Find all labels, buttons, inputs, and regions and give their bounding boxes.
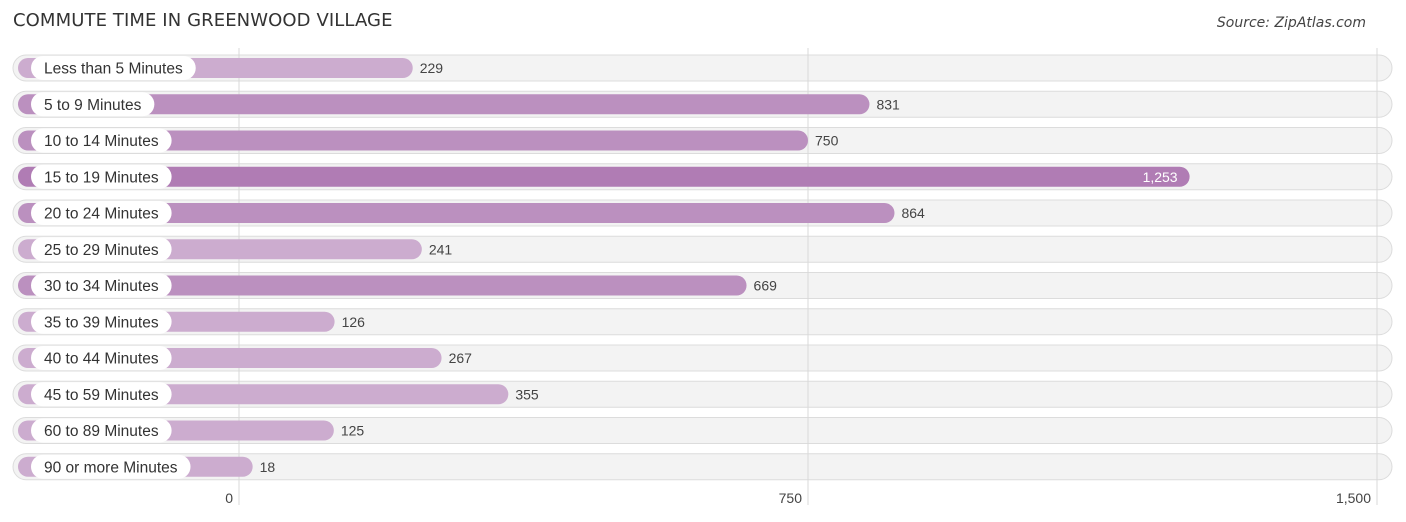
category-label: 5 to 9 Minutes [44,97,142,114]
value-label: 18 [260,459,276,475]
value-label: 669 [754,278,778,294]
category-label: 25 to 29 Minutes [44,242,159,259]
bar-group: 25 to 29 Minutes 241 [18,237,453,262]
category-label: 10 to 14 Minutes [44,133,159,150]
bar-group: 60 to 89 Minutes 125 [18,418,365,443]
bar [18,166,1190,187]
category-label: 90 or more Minutes [44,459,178,476]
bar-group: 90 or more Minutes 18 [18,454,276,479]
value-label: 1,253 [1143,169,1178,185]
category-label: 45 to 59 Minutes [44,387,159,404]
category-label: 35 to 39 Minutes [44,314,159,331]
bar-group: 15 to 19 Minutes 1,253 [18,164,1190,189]
bar-group: Less than 5 Minutes 229 [18,56,443,80]
value-label: 267 [449,350,473,366]
bar-group: 40 to 44 Minutes 267 [18,346,472,370]
value-label: 831 [876,96,900,112]
bar-group: 10 to 14 Minutes 750 [18,128,839,153]
bar-group: 20 to 24 Minutes 864 [18,201,925,225]
value-label: 126 [342,314,366,330]
category-label: 15 to 19 Minutes [44,169,159,186]
bar-chart: 0 750 1,500 Less than 5 Minutes 229 5 to 9 M… [12,48,1393,506]
value-label: 864 [901,205,925,221]
category-label: Less than 5 Minutes [44,61,183,78]
category-label: 40 to 44 Minutes [44,351,159,368]
value-label: 750 [815,133,839,149]
bar-group: 35 to 39 Minutes 126 [18,309,366,334]
x-tick-label: 0 [225,490,233,506]
bars-layer: Less than 5 Minutes 229 5 to 9 Minutes 831 1… [18,56,1190,479]
x-axis: 0 750 1,500 [225,490,1371,506]
category-label: 60 to 89 Minutes [44,423,159,440]
category-label: 20 to 24 Minutes [44,206,159,223]
x-tick-label: 750 [779,490,803,506]
value-label: 229 [420,60,444,76]
bar-group: 45 to 59 Minutes 355 [18,382,539,407]
category-label: 30 to 34 Minutes [44,278,159,295]
value-label: 241 [429,241,453,257]
value-label: 125 [341,423,365,439]
x-tick-label: 1,500 [1336,490,1371,506]
bar-group: 30 to 34 Minutes 669 [18,273,778,298]
bar-group: 5 to 9 Minutes 831 [18,92,900,117]
value-label: 355 [515,386,539,402]
rows-layer [12,54,1393,481]
